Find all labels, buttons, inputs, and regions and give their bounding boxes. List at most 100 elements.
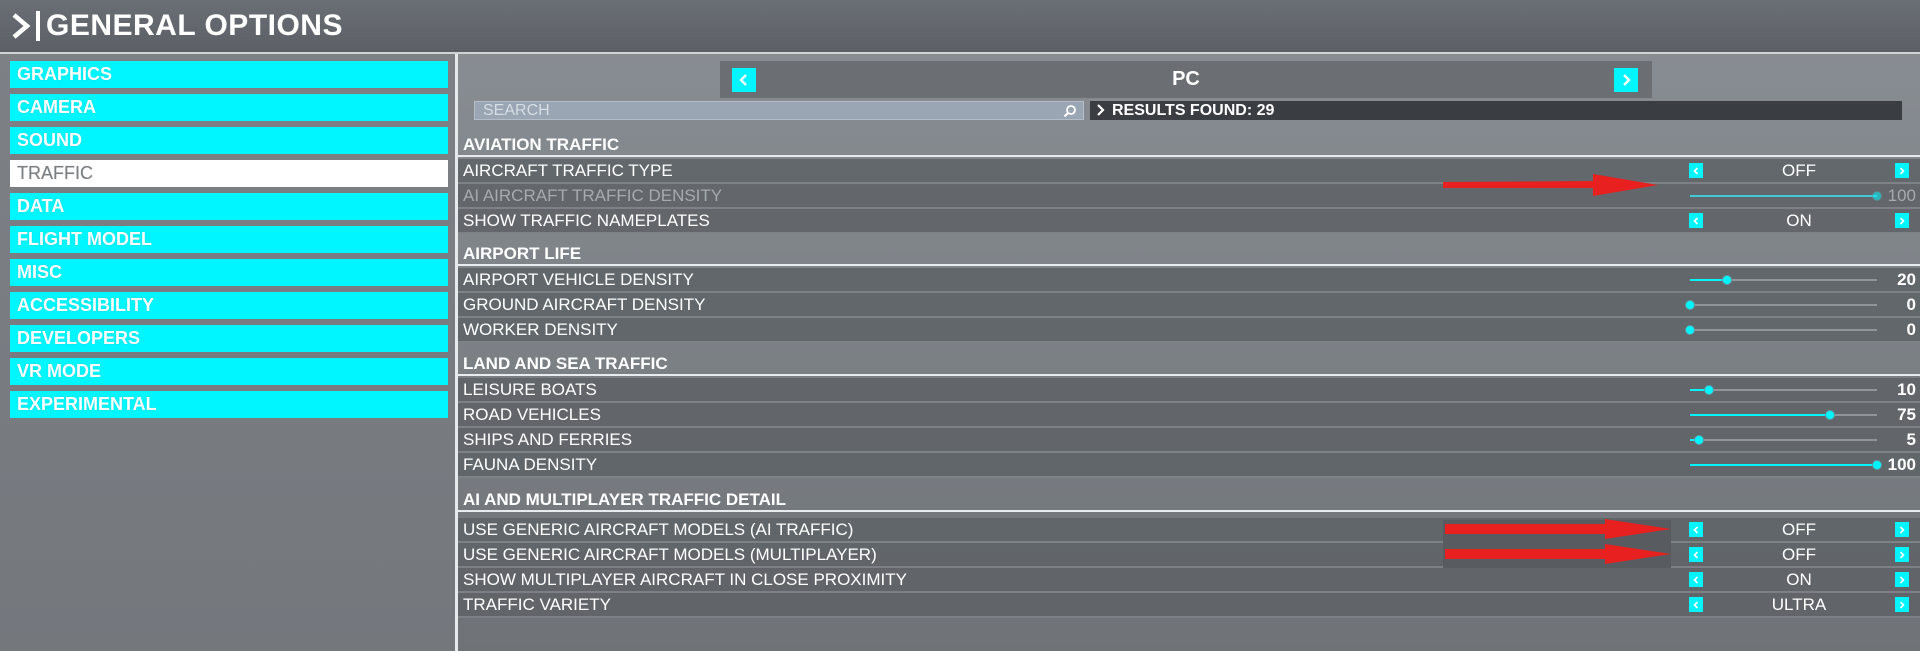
- density-slider[interactable]: [1690, 435, 1877, 445]
- section-land-and-sea-traffic: LAND AND SEA TRAFFIC: [458, 352, 1920, 376]
- slider-knob[interactable]: [1685, 300, 1695, 310]
- setting-row-traffic-variety[interactable]: TRAFFIC VARIETY ULTRA: [458, 593, 1920, 618]
- slider-knob[interactable]: [1685, 325, 1695, 335]
- section-title: LAND AND SEA TRAFFIC: [463, 354, 668, 373]
- setting-row-ships-and-ferries[interactable]: SHIPS AND FERRIES 5: [458, 428, 1920, 453]
- density-slider[interactable]: [1690, 275, 1877, 285]
- sidebar-item-flight-model[interactable]: FLIGHT MODEL: [10, 226, 448, 253]
- section-title: AIRPORT LIFE: [463, 244, 582, 263]
- option-prev-button[interactable]: [1689, 213, 1703, 228]
- sidebar-item-traffic[interactable]: TRAFFIC: [10, 160, 448, 187]
- chevron-right-icon: [1899, 575, 1905, 584]
- platform-next-button[interactable]: [1614, 68, 1638, 92]
- density-slider[interactable]: [1690, 385, 1877, 395]
- option-next-button[interactable]: [1895, 597, 1909, 612]
- sidebar-item-sound[interactable]: SOUND: [10, 127, 448, 154]
- density-slider[interactable]: [1685, 325, 1877, 335]
- setting-label: SHIPS AND FERRIES: [463, 430, 633, 449]
- setting-label: USE GENERIC AIRCRAFT MODELS (AI TRAFFIC): [463, 520, 854, 539]
- option-next-button[interactable]: [1895, 522, 1909, 537]
- option-prev-button[interactable]: [1689, 522, 1703, 537]
- slider-knob[interactable]: [1704, 385, 1714, 395]
- section-title: AVIATION TRAFFIC: [463, 135, 620, 154]
- setting-label: GROUND AIRCRAFT DENSITY: [463, 295, 706, 314]
- search-input[interactable]: SEARCH: [474, 101, 1084, 120]
- sidebar-item-misc[interactable]: MISC: [10, 259, 448, 286]
- density-slider[interactable]: [1685, 300, 1877, 310]
- slider-value: 0: [1906, 320, 1916, 339]
- option-next-button[interactable]: [1895, 213, 1909, 228]
- slider-knob[interactable]: [1722, 275, 1732, 285]
- option-prev-button[interactable]: [1689, 597, 1703, 612]
- option-value: ON: [1786, 211, 1812, 230]
- setting-row-ground-aircraft-density[interactable]: GROUND AIRCRAFT DENSITY 0: [458, 293, 1920, 318]
- chevron-left-icon: [1693, 216, 1699, 225]
- slider-value: 10: [1897, 380, 1916, 399]
- section-ai-and-multiplayer-traffic-detail: AI AND MULTIPLAYER TRAFFIC DETAIL: [458, 488, 1920, 512]
- setting-label: SHOW MULTIPLAYER AIRCRAFT IN CLOSE PROXI…: [463, 570, 907, 589]
- option-prev-button[interactable]: [1689, 163, 1703, 178]
- slider-knob[interactable]: [1694, 435, 1704, 445]
- search-icon[interactable]: [1063, 104, 1077, 118]
- option-value: ON: [1786, 570, 1812, 589]
- title-divider: [36, 11, 40, 41]
- settings-panel: PC SEARCH RESULTS FOUND: 29 AVIATION TRA…: [458, 54, 1920, 651]
- sidebar-item-vr-mode[interactable]: VR MODE: [10, 358, 448, 385]
- sidebar-item-experimental[interactable]: EXPERIMENTAL: [10, 391, 448, 418]
- slider-value: 5: [1906, 430, 1916, 449]
- setting-row-fauna-density[interactable]: FAUNA DENSITY 100: [458, 453, 1920, 478]
- chevron-left-icon: [1693, 166, 1699, 175]
- chevron-right-icon: [1096, 103, 1106, 117]
- option-prev-button[interactable]: [1689, 547, 1703, 562]
- setting-row-show-multiplayer-close-proximity[interactable]: SHOW MULTIPLAYER AIRCRAFT IN CLOSE PROXI…: [458, 568, 1920, 593]
- sidebar: GRAPHICS CAMERA SOUND TRAFFIC DATA FLIGH…: [0, 54, 455, 651]
- option-value: OFF: [1782, 545, 1816, 564]
- sidebar-item-accessibility[interactable]: ACCESSIBILITY: [10, 292, 448, 319]
- setting-label: SHOW TRAFFIC NAMEPLATES: [463, 211, 710, 230]
- sidebar-item-graphics[interactable]: GRAPHICS: [10, 61, 448, 88]
- sidebar-item-camera[interactable]: CAMERA: [10, 94, 448, 121]
- setting-label: USE GENERIC AIRCRAFT MODELS (MULTIPLAYER…: [463, 545, 877, 564]
- red-arrow-aircraft-traffic-type: [1443, 174, 1658, 196]
- slider-value: 20: [1897, 270, 1916, 289]
- density-slider[interactable]: [1690, 191, 1882, 201]
- sidebar-item-data[interactable]: DATA: [10, 193, 448, 220]
- back-chevron-icon[interactable]: [8, 6, 34, 46]
- setting-row-ai-aircraft-traffic-density[interactable]: AI AIRCRAFT TRAFFIC DENSITY 100: [458, 184, 1920, 209]
- red-arrow-generic-multiplayer: [1445, 544, 1671, 564]
- setting-row-aircraft-traffic-type[interactable]: AIRCRAFT TRAFFIC TYPE OFF: [458, 159, 1920, 184]
- chevron-right-icon: [1899, 166, 1905, 175]
- setting-row-generic-models-ai[interactable]: USE GENERIC AIRCRAFT MODELS (AI TRAFFIC)…: [458, 518, 1920, 543]
- chevron-left-icon: [1693, 575, 1699, 584]
- chevron-right-icon: [1899, 525, 1905, 534]
- setting-row-worker-density[interactable]: WORKER DENSITY 0: [458, 318, 1920, 343]
- setting-row-generic-models-multiplayer[interactable]: USE GENERIC AIRCRAFT MODELS (MULTIPLAYER…: [458, 543, 1920, 568]
- setting-row-leisure-boats[interactable]: LEISURE BOATS 10: [458, 378, 1920, 403]
- setting-label: AIRCRAFT TRAFFIC TYPE: [463, 161, 673, 180]
- chevron-left-icon: [1693, 600, 1699, 609]
- option-next-button[interactable]: [1895, 572, 1909, 587]
- option-value: OFF: [1782, 161, 1816, 180]
- results-bar: RESULTS FOUND: 29: [1090, 101, 1902, 120]
- section-title: AI AND MULTIPLAYER TRAFFIC DETAIL: [463, 490, 786, 509]
- search-placeholder: SEARCH: [483, 102, 550, 119]
- slider-value: 100: [1887, 455, 1916, 474]
- option-value: ULTRA: [1771, 595, 1827, 614]
- page-title: GENERAL OPTIONS: [46, 9, 343, 42]
- setting-row-show-traffic-nameplates[interactable]: SHOW TRAFFIC NAMEPLATES ON: [458, 209, 1920, 234]
- chevron-left-icon: [1693, 550, 1699, 559]
- slider-knob[interactable]: [1825, 410, 1835, 420]
- red-arrow-generic-ai: [1445, 519, 1671, 539]
- setting-label: FAUNA DENSITY: [463, 455, 598, 474]
- setting-label: WORKER DENSITY: [463, 320, 618, 339]
- chevron-right-icon: [1899, 550, 1905, 559]
- setting-row-airport-vehicle-density[interactable]: AIRPORT VEHICLE DENSITY 20: [458, 268, 1920, 293]
- sidebar-item-developers[interactable]: DEVELOPERS: [10, 325, 448, 352]
- density-slider[interactable]: [1690, 460, 1882, 470]
- density-slider[interactable]: [1690, 410, 1877, 420]
- chevron-right-icon: [1623, 74, 1631, 86]
- option-next-button[interactable]: [1895, 547, 1909, 562]
- option-next-button[interactable]: [1895, 163, 1909, 178]
- option-prev-button[interactable]: [1689, 572, 1703, 587]
- setting-row-road-vehicles[interactable]: ROAD VEHICLES 75: [458, 403, 1920, 428]
